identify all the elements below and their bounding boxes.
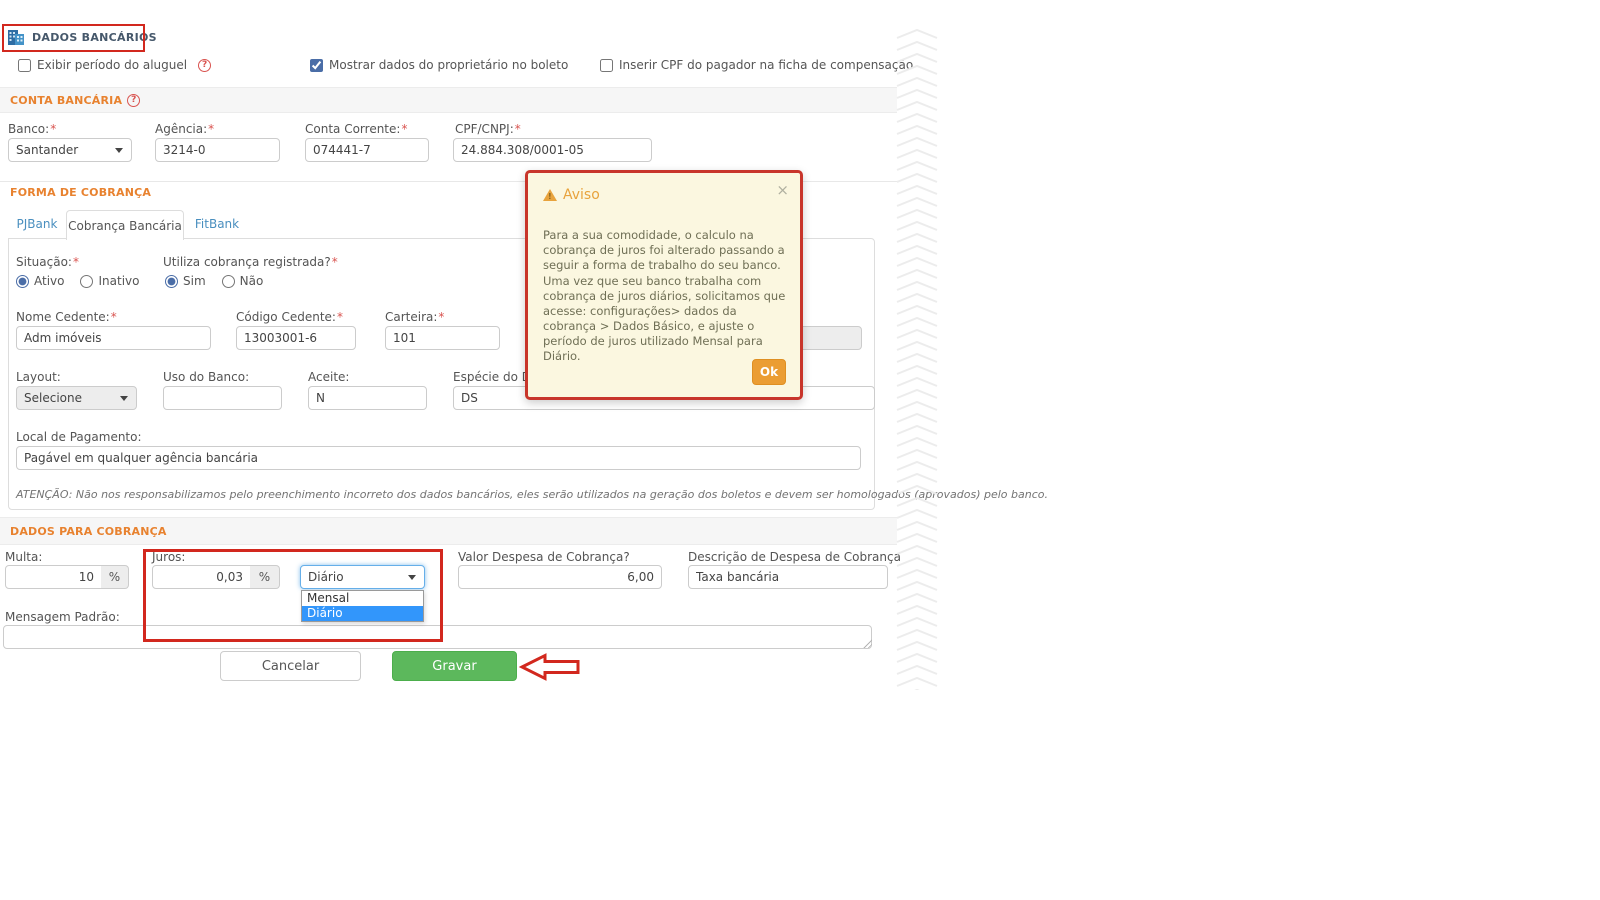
multa-input[interactable] [5,565,102,589]
cpf-cnpj-input[interactable] [453,138,652,162]
valor-despesa-label: Valor Despesa de Cobrança? [458,550,630,564]
exibir-periodo-checkbox[interactable] [18,59,31,72]
tab-pjbank[interactable]: PJBank [8,210,66,238]
juros-label: Juros: [152,550,185,564]
caret-down-icon [120,396,128,401]
tab-fitbank[interactable]: FitBank [186,210,248,238]
dialog-message: Para a sua comodidade, o calculo na cobr… [543,228,793,365]
nome-cedente-input[interactable] [16,326,211,350]
conta-corrente-input[interactable] [305,138,429,162]
building-icon [7,28,25,46]
carteira-input[interactable] [385,326,500,350]
multa-label: Multa: [5,550,42,564]
inativo-label: Inativo [98,274,139,288]
uso-banco-label: Uso do Banco: [163,370,249,384]
aceite-label: Aceite: [308,370,349,384]
nao-radio[interactable] [222,275,235,288]
close-icon[interactable]: × [776,181,789,199]
banco-select[interactable]: Santander [8,138,132,162]
uso-banco-input[interactable] [163,386,282,410]
juros-percent-addon: % [250,565,280,589]
page-header: DADOS BANCÁRIOS [7,28,157,46]
cpf-cnpj-label: CPF/CNPJ:* [455,122,521,136]
annotation-arrow [519,652,581,682]
nao-label: Não [240,274,264,288]
sim-label: Sim [183,274,206,288]
chevron-watermark [893,28,941,690]
section-bar-conta-bancaria: CONTA BANCÁRIA ? [0,87,897,113]
tab-cobranca-bancaria[interactable]: Cobrança Bancária [66,210,184,240]
caret-down-icon [115,148,123,153]
registrada-radios: Sim Não [165,274,263,288]
warning-icon: ! [543,189,557,201]
carteira-label: Carteira:* [385,310,444,324]
mensagem-padrao-label: Mensagem Padrão: [5,610,120,624]
mostrar-dados-label: Mostrar dados do proprietário no boleto [329,58,568,72]
descricao-despesa-input[interactable] [688,565,888,589]
inserir-cpf-label: Inserir CPF do pagador na ficha de compe… [619,58,913,72]
aviso-dialog: ! Aviso × Para a sua comodidade, o calcu… [525,170,803,400]
valor-despesa-input[interactable] [458,565,662,589]
option-diario[interactable]: Diário [302,606,423,621]
registrada-label: Utiliza cobrança registrada?* [163,255,338,269]
cancel-button[interactable]: Cancelar [220,651,361,681]
save-button[interactable]: Gravar [392,651,517,681]
section-bar-dados-cobranca: DADOS PARA COBRANÇA [0,517,897,545]
agencia-input[interactable] [155,138,280,162]
ativo-radio[interactable] [16,275,29,288]
situacao-radios: Ativo Inativo [16,274,139,288]
section-title-forma-cobranca: FORMA DE COBRANÇA [10,186,151,199]
ok-button[interactable]: Ok [752,359,786,385]
option-mensal[interactable]: Mensal [302,591,423,606]
checkbox-mostrar-dados: Mostrar dados do proprietário no boleto [310,58,568,72]
descricao-despesa-label: Descrição de Despesa de Cobrança [688,550,901,564]
dialog-header: ! Aviso [543,187,600,203]
juros-period-listbox: Mensal Diário [301,590,424,622]
agencia-label: Agência:* [155,122,214,136]
situacao-label: Situação:* [16,255,79,269]
layout-label: Layout: [16,370,61,384]
sim-radio[interactable] [165,275,178,288]
banco-label: Banco:* [8,122,56,136]
section-title-conta-bancaria: CONTA BANCÁRIA [10,94,122,107]
section-title-dados-cobranca: DADOS PARA COBRANÇA [10,525,167,538]
page-title: DADOS BANCÁRIOS [32,31,157,44]
conta-corrente-label: Conta Corrente:* [305,122,407,136]
inserir-cpf-checkbox[interactable] [600,59,613,72]
ativo-label: Ativo [34,274,64,288]
multa-percent-addon: % [101,565,129,589]
juros-period-select[interactable]: Diário [300,565,425,589]
local-pagamento-input[interactable] [16,446,861,470]
codigo-cedente-label: Código Cedente:* [236,310,343,324]
page: { "page": { "title": "DADOS BANCÁRIOS" }… [0,0,1600,900]
inativo-radio[interactable] [80,275,93,288]
checkbox-inserir-cpf: Inserir CPF do pagador na ficha de compe… [600,58,913,72]
help-icon[interactable]: ? [127,94,140,107]
mostrar-dados-checkbox[interactable] [310,59,323,72]
nome-cedente-label: Nome Cedente:* [16,310,117,324]
exibir-periodo-label: Exibir período do aluguel [37,58,187,72]
codigo-cedente-input[interactable] [236,326,356,350]
juros-input[interactable] [152,565,251,589]
dialog-title: Aviso [563,187,600,203]
caret-down-icon [408,575,416,580]
aceite-input[interactable] [308,386,427,410]
help-icon[interactable]: ? [198,59,211,72]
layout-select[interactable]: Selecione [16,386,137,410]
mensagem-padrao-textarea[interactable] [3,625,872,649]
checkbox-exibir-periodo: Exibir período do aluguel ? [18,58,211,72]
local-pagamento-label: Local de Pagamento: [16,430,142,444]
